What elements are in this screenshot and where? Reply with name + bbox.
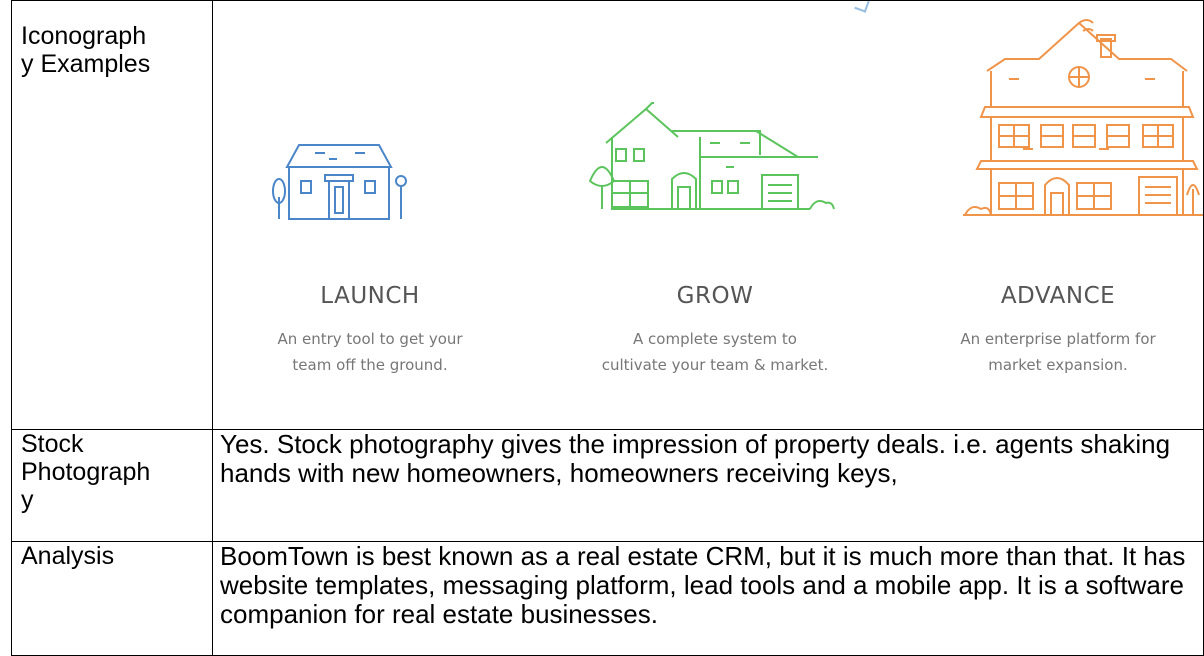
analysis-text: BoomTown is best known as a real estate …	[212, 541, 1204, 656]
row-label-analysis: Analysis	[11, 541, 213, 656]
tier-title: GROW	[676, 283, 754, 309]
tier-description-line: An enterprise platform for	[960, 330, 1156, 348]
tier-description: A complete system to cultivate your team…	[550, 326, 880, 378]
row-label-stock-photography: Stock Photograph y	[11, 429, 213, 542]
stock-photography-row: Stock Photograph y Yes. Stock photograph…	[11, 429, 1204, 542]
tier-title: ADVANCE	[1000, 283, 1116, 309]
row-label-iconography: Iconograph y Examples	[11, 0, 213, 430]
tier-description-line: team off the ground.	[292, 356, 448, 374]
tier-description: An entry tool to get your team off the g…	[214, 326, 536, 378]
tier-description-line: A complete system to	[633, 330, 797, 348]
tier-title: LAUNCH	[320, 283, 420, 309]
iconography-row: Iconograph y Examples LAUNCH An entry to…	[11, 0, 1204, 430]
decorative-mark	[854, 1, 870, 13]
tier-description-line: cultivate your team & market.	[601, 356, 829, 374]
large-house-icon	[963, 19, 1203, 216]
medium-house-icon	[588, 102, 835, 210]
tier-description: An enterprise platform for market expans…	[893, 326, 1203, 378]
analysis-row: Analysis BoomTown is best known as a rea…	[11, 541, 1204, 656]
stock-photography-text: Yes. Stock photography gives the impress…	[212, 429, 1204, 542]
tier-description-line: An entry tool to get your	[277, 330, 463, 348]
iconography-examples-cell: LAUNCH An entry tool to get your team of…	[212, 0, 1204, 430]
tier-description-line: market expansion.	[988, 356, 1128, 374]
small-house-icon	[272, 144, 407, 220]
document-table: Iconograph y Examples LAUNCH An entry to…	[11, 0, 1204, 656]
